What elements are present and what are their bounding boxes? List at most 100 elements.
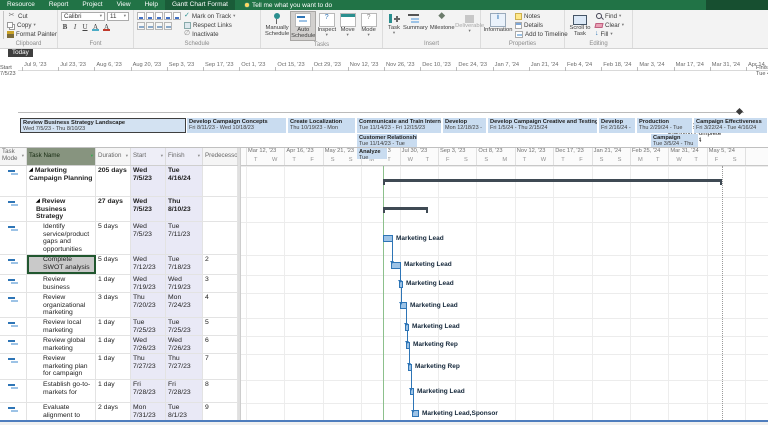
start-cell[interactable]: Fri 7/28/23 (131, 380, 166, 402)
task-name-cell[interactable]: ◢ Marketing Campaign Planning (27, 166, 96, 196)
finish-cell[interactable]: Tue 4/16/24 (166, 166, 203, 196)
predecessors-cell[interactable]: 3 (203, 275, 238, 292)
timeline-bar[interactable]: Develop Campaign Creative and Testing Fri… (488, 118, 598, 133)
finish-cell[interactable]: Thu 8/10/23 (166, 197, 203, 221)
summary-bar[interactable] (383, 179, 722, 185)
column-header-start[interactable]: Start ▾ (131, 147, 166, 165)
duration-cell[interactable]: 205 days (96, 166, 131, 196)
italic-button[interactable]: I (71, 23, 79, 31)
timeline-bar[interactable]: Analyze Tue (357, 148, 388, 159)
start-cell[interactable]: Wed 7/26/23 (131, 336, 166, 353)
start-cell[interactable]: Thu 7/27/23 (131, 354, 166, 379)
paste-button[interactable] (3, 11, 4, 39)
expand-triangle-icon[interactable]: ◢ (36, 198, 40, 204)
duration-cell[interactable]: 27 days (96, 197, 131, 221)
bold-button[interactable]: B (61, 23, 69, 31)
task-mode-cell[interactable] (0, 255, 27, 274)
tab-gantt-chart-format[interactable]: Gantt Chart Format (164, 0, 235, 10)
finish-cell[interactable]: Wed 7/19/23 (166, 275, 203, 292)
move-button[interactable]: Move ▾ (337, 11, 358, 39)
tell-me-box[interactable]: Tell me what you want to do (244, 2, 332, 9)
start-cell[interactable]: Wed 7/12/23 (131, 255, 166, 274)
link-tasks-button[interactable] (137, 22, 145, 30)
mark-on-track-button[interactable]: ✓ Mark on Track ▾ (184, 12, 235, 20)
clear-button[interactable]: Clear ▾ (594, 21, 624, 29)
task-name-cell[interactable]: Review global marketing (27, 336, 96, 353)
duration-cell[interactable]: 1 day (96, 380, 131, 402)
duration-cell[interactable]: 1 day (96, 336, 131, 353)
update-task-button[interactable] (164, 22, 172, 30)
start-cell[interactable]: Wed 7/5/23 (131, 222, 166, 254)
finish-cell[interactable]: Tue 7/18/23 (166, 255, 203, 274)
finish-cell[interactable]: Wed 7/26/23 (166, 336, 203, 353)
predecessors-cell[interactable] (203, 222, 238, 254)
inactivate-button[interactable]: ∅ Inactivate (184, 30, 235, 38)
duration-cell[interactable]: 5 days (96, 255, 131, 274)
split-task-button[interactable] (155, 22, 163, 30)
task-mode-cell[interactable] (0, 293, 27, 317)
task-name-cell[interactable]: Review organizational marketing (27, 293, 96, 317)
timeline-bar[interactable]: Communicate and Train Internal Tue 11/14/… (357, 118, 442, 133)
gantt-chart-pane[interactable]: Mar 12, '23TWApr 16, '23TFMay 21, '23SSJ… (241, 147, 768, 425)
start-cell[interactable]: Wed 7/5/23 (131, 166, 166, 196)
percent-50-button[interactable] (155, 12, 163, 20)
predecessors-cell[interactable] (203, 197, 238, 221)
scroll-to-task-button[interactable]: Scroll to Task (568, 11, 592, 39)
percent-75-button[interactable] (164, 12, 172, 20)
percent-100-button[interactable] (173, 12, 181, 20)
unlink-tasks-button[interactable] (146, 22, 154, 30)
predecessors-cell[interactable]: 4 (203, 293, 238, 317)
insert-summary-button[interactable]: Summary (402, 11, 429, 33)
finish-cell[interactable]: Tue 7/25/23 (166, 318, 203, 335)
duration-cell[interactable]: 1 day (96, 275, 131, 292)
task-name-cell[interactable]: Establish go-to-markets for (27, 380, 96, 402)
task-name-cell[interactable]: ◢Review Business Strategy Landscape (27, 197, 96, 221)
predecessors-cell[interactable]: 7 (203, 354, 238, 379)
task-mode-cell[interactable] (0, 222, 27, 254)
task-name-cell[interactable]: Complete SWOT analysis (27, 255, 96, 274)
tab-view[interactable]: View (110, 0, 138, 10)
respect-links-button[interactable]: Respect Links (184, 21, 235, 29)
timeline-bar[interactable]: Develop Campaign Concepts Fri 8/11/23 - W… (187, 118, 287, 133)
information-button[interactable]: Information (484, 11, 513, 35)
notes-button[interactable]: Notes (515, 12, 568, 20)
font-size-select[interactable]: 11 ▾ (107, 11, 129, 21)
summary-bar[interactable] (383, 207, 428, 213)
timeline-bar[interactable]: Campaign Effectiveness Fri 3/22/24 - Tue … (694, 118, 768, 133)
timeline-bar[interactable]: Production Thu 2/29/24 - Tue (637, 118, 693, 133)
inspect-button[interactable]: Inspect▾ (316, 11, 337, 39)
format-painter-button[interactable]: Format Painter (7, 30, 57, 38)
task-name-cell[interactable]: Review marketing plan for campaign (27, 354, 96, 379)
finish-cell[interactable]: Mon 7/24/23 (166, 293, 203, 317)
duration-cell[interactable]: 1 day (96, 318, 131, 335)
tab-project[interactable]: Project (75, 0, 109, 10)
insert-task-button[interactable]: Task ▾ (386, 11, 402, 37)
predecessors-cell[interactable]: 8 (203, 380, 238, 402)
column-header-task-name[interactable]: Task Name ▾ (27, 147, 96, 165)
task-mode-cell[interactable] (0, 336, 27, 353)
expand-triangle-icon[interactable]: ◢ (29, 167, 33, 173)
timeline-bar[interactable]: Create Localization Thu 10/19/23 - Mon (288, 118, 356, 133)
predecessors-cell[interactable]: 6 (203, 336, 238, 353)
milestone-diamond-marker[interactable] (735, 107, 744, 116)
filter-arrow-icon[interactable]: ▾ (198, 153, 200, 160)
mode-button[interactable]: Mode▾ (358, 11, 379, 39)
task-name-cell[interactable]: Review local marketing (27, 318, 96, 335)
column-header-finish[interactable]: Finish ▾ (166, 147, 203, 165)
tab-help[interactable]: Help (138, 0, 165, 10)
task-name-cell[interactable]: Identify service/product gaps and opport… (27, 222, 96, 254)
filter-arrow-icon[interactable]: ▾ (22, 153, 24, 160)
predecessors-cell[interactable]: 5 (203, 318, 238, 335)
task-name-cell[interactable]: Review business (27, 275, 96, 292)
background-color-button[interactable]: A (91, 23, 100, 31)
task-mode-cell[interactable] (0, 166, 27, 196)
details-button[interactable]: Details (515, 21, 568, 29)
start-cell[interactable]: Wed 7/5/23 (131, 197, 166, 221)
predecessors-cell[interactable]: 2 (203, 255, 238, 274)
manually-schedule-button[interactable]: Manually Schedule (264, 11, 290, 39)
duration-cell[interactable]: 1 day (96, 354, 131, 379)
task-mode-cell[interactable] (0, 318, 27, 335)
insert-milestone-button[interactable]: Milestone (429, 11, 456, 33)
predecessors-cell[interactable] (203, 166, 238, 196)
timeline-bar[interactable]: Campaign Tue 3/5/24 - Thu (651, 134, 699, 147)
